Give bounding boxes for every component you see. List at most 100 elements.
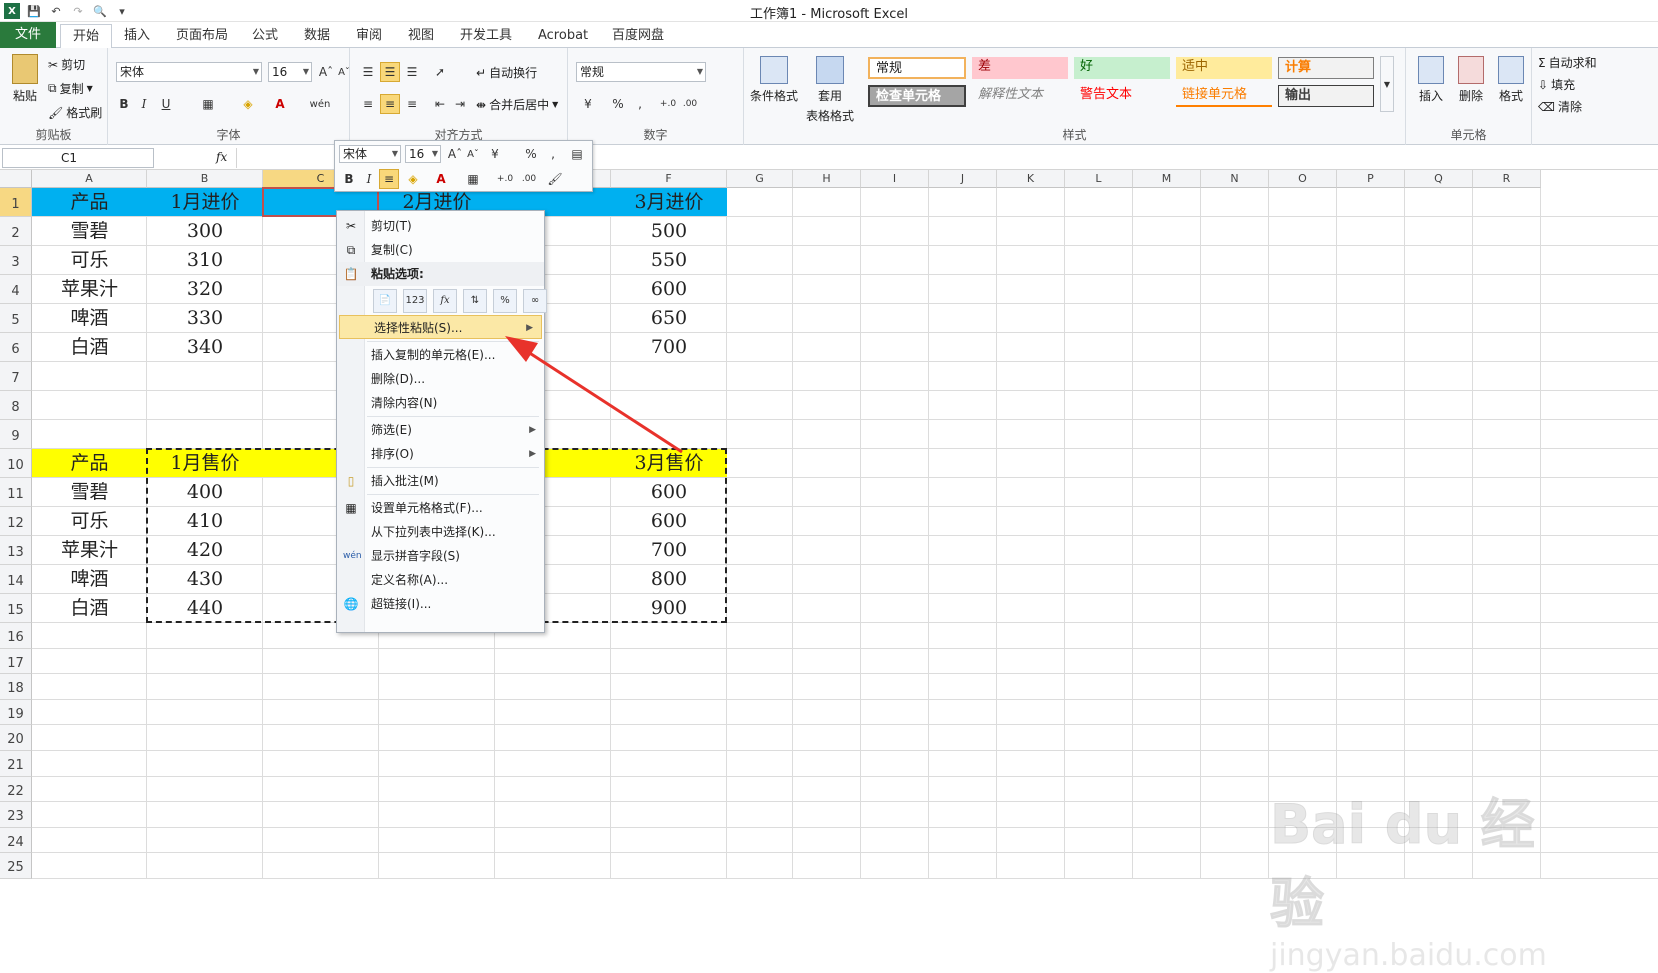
mini-fill-color-icon[interactable]: ◈: [403, 169, 423, 189]
style-check-cell[interactable]: 检查单元格: [868, 85, 966, 107]
bold-icon[interactable]: B: [114, 94, 134, 114]
cell[interactable]: 产品: [32, 188, 147, 217]
menu-format-cells[interactable]: ▦ 设置单元格格式(F)...: [337, 496, 544, 520]
column-header[interactable]: G: [727, 170, 793, 188]
grow-font-icon[interactable]: Aˆ: [316, 62, 336, 82]
align-right-icon[interactable]: ≡: [402, 94, 422, 114]
cell[interactable]: 3月售价: [611, 449, 727, 478]
mini-format-painter-icon[interactable]: ▤: [567, 144, 587, 164]
styles-scroll-icon[interactable]: ▼: [1380, 56, 1394, 112]
column-header[interactable]: L: [1065, 170, 1133, 188]
tab-file[interactable]: 文件: [0, 22, 56, 48]
cell[interactable]: 410: [147, 507, 263, 536]
tab-data[interactable]: 数据: [292, 24, 342, 48]
style-good[interactable]: 好: [1074, 57, 1170, 79]
tab-formulas[interactable]: 公式: [240, 24, 290, 48]
conditional-format-button[interactable]: 条件格式: [748, 56, 800, 104]
mini-comma-icon[interactable]: ,: [543, 144, 563, 164]
tab-insert[interactable]: 插入: [112, 24, 162, 48]
increase-decimal-icon[interactable]: +.0: [658, 94, 678, 114]
cell[interactable]: 雪碧: [32, 478, 147, 507]
row-header[interactable]: 22: [0, 776, 32, 803]
mini-italic-icon[interactable]: I: [359, 169, 379, 189]
align-bottom-icon[interactable]: ☰: [402, 62, 422, 82]
mini-size-combo[interactable]: 16 ▼: [405, 145, 441, 163]
border-icon[interactable]: ▦: [198, 94, 218, 114]
select-all-corner[interactable]: [0, 170, 32, 188]
mini-currency-icon[interactable]: ¥: [485, 144, 505, 164]
column-header[interactable]: M: [1133, 170, 1201, 188]
cell[interactable]: 雪碧: [32, 217, 147, 246]
mini-font-combo[interactable]: 宋体 ▼: [339, 145, 401, 163]
cell[interactable]: 700: [611, 333, 727, 362]
cell[interactable]: 600: [611, 275, 727, 304]
menu-pick-from-list[interactable]: 从下拉列表中选择(K)...: [337, 520, 544, 544]
row-header[interactable]: 4: [0, 275, 32, 304]
cell[interactable]: 400: [147, 478, 263, 507]
column-header[interactable]: R: [1473, 170, 1541, 188]
clear-button[interactable]: ⌫ 清除: [1538, 98, 1582, 115]
row-header[interactable]: 1: [0, 188, 32, 217]
paste-transpose-icon[interactable]: ⇅: [463, 289, 487, 313]
cell[interactable]: 330: [147, 304, 263, 333]
column-header[interactable]: I: [861, 170, 929, 188]
row-header[interactable]: 17: [0, 648, 32, 675]
italic-icon[interactable]: I: [134, 94, 154, 114]
copy-button[interactable]: ⧉ 复制 ▼: [48, 80, 93, 97]
align-middle-icon[interactable]: ☰: [380, 62, 400, 82]
orientation-icon[interactable]: ➚: [430, 62, 450, 82]
row-header[interactable]: 3: [0, 246, 32, 275]
tab-acrobat[interactable]: Acrobat: [526, 24, 600, 48]
insert-cells-button[interactable]: 插入: [1414, 56, 1448, 104]
row-header[interactable]: 7: [0, 362, 32, 391]
cell[interactable]: 550: [611, 246, 727, 275]
cell[interactable]: 可乐: [32, 507, 147, 536]
cell[interactable]: 可乐: [32, 246, 147, 275]
row-header[interactable]: 11: [0, 478, 32, 507]
tab-view[interactable]: 视图: [396, 24, 446, 48]
row-header[interactable]: 25: [0, 853, 32, 879]
row-header[interactable]: 15: [0, 594, 32, 623]
align-top-icon[interactable]: ☰: [358, 62, 378, 82]
paste-icon[interactable]: 📄: [373, 289, 397, 313]
column-header[interactable]: B: [147, 170, 263, 188]
cell[interactable]: 啤酒: [32, 304, 147, 333]
column-header[interactable]: O: [1269, 170, 1337, 188]
format-as-table-button[interactable]: 套用 表格格式: [804, 56, 856, 124]
row-header[interactable]: 2: [0, 217, 32, 246]
fill-color-icon[interactable]: ◈: [238, 94, 258, 114]
style-warning[interactable]: 警告文本: [1074, 85, 1170, 107]
menu-paste-special[interactable]: 选择性粘贴(S)... ▶: [339, 315, 542, 339]
menu-insert-comment[interactable]: ▯ 插入批注(M): [337, 469, 544, 493]
delete-cells-button[interactable]: 删除: [1454, 56, 1488, 104]
cell[interactable]: 430: [147, 565, 263, 594]
format-painter-button[interactable]: 🖌 格式刷: [48, 104, 102, 121]
paste-formulas-icon[interactable]: fx: [433, 289, 457, 313]
increase-indent-icon[interactable]: ⇥: [450, 94, 470, 114]
tab-review[interactable]: 审阅: [344, 24, 394, 48]
style-output[interactable]: 输出: [1278, 85, 1374, 107]
style-normal[interactable]: 常规: [868, 57, 966, 79]
underline-icon[interactable]: U: [156, 94, 176, 114]
cell[interactable]: 白酒: [32, 594, 147, 623]
align-center-icon[interactable]: ≡: [380, 94, 400, 114]
cell[interactable]: 1月售价: [147, 449, 263, 478]
mini-percent-icon[interactable]: %: [521, 144, 541, 164]
menu-hyperlink[interactable]: 🌐 超链接(I)...: [337, 592, 544, 616]
cell[interactable]: 啤酒: [32, 565, 147, 594]
menu-insert-copied-cells[interactable]: 插入复制的单元格(E)...: [337, 343, 544, 367]
mini-increase-decimal-icon[interactable]: +.0: [495, 169, 515, 189]
column-header[interactable]: Q: [1405, 170, 1473, 188]
menu-copy[interactable]: ⧉ 复制(C): [337, 238, 544, 262]
menu-filter[interactable]: 筛选(E) ▶: [337, 418, 544, 442]
cell[interactable]: 800: [611, 565, 727, 594]
paste-link-icon[interactable]: ∞: [523, 289, 547, 313]
menu-sort[interactable]: 排序(O) ▶: [337, 442, 544, 466]
number-format-combo[interactable]: 常规 ▼: [576, 62, 706, 82]
row-header[interactable]: 8: [0, 391, 32, 420]
mini-font-color-icon[interactable]: A: [431, 169, 451, 189]
font-name-combo[interactable]: 宋体 ▼: [116, 62, 262, 82]
style-explanatory[interactable]: 解释性文本: [972, 85, 1068, 107]
cell[interactable]: 600: [611, 507, 727, 536]
paste-values-icon[interactable]: 123: [403, 289, 427, 313]
